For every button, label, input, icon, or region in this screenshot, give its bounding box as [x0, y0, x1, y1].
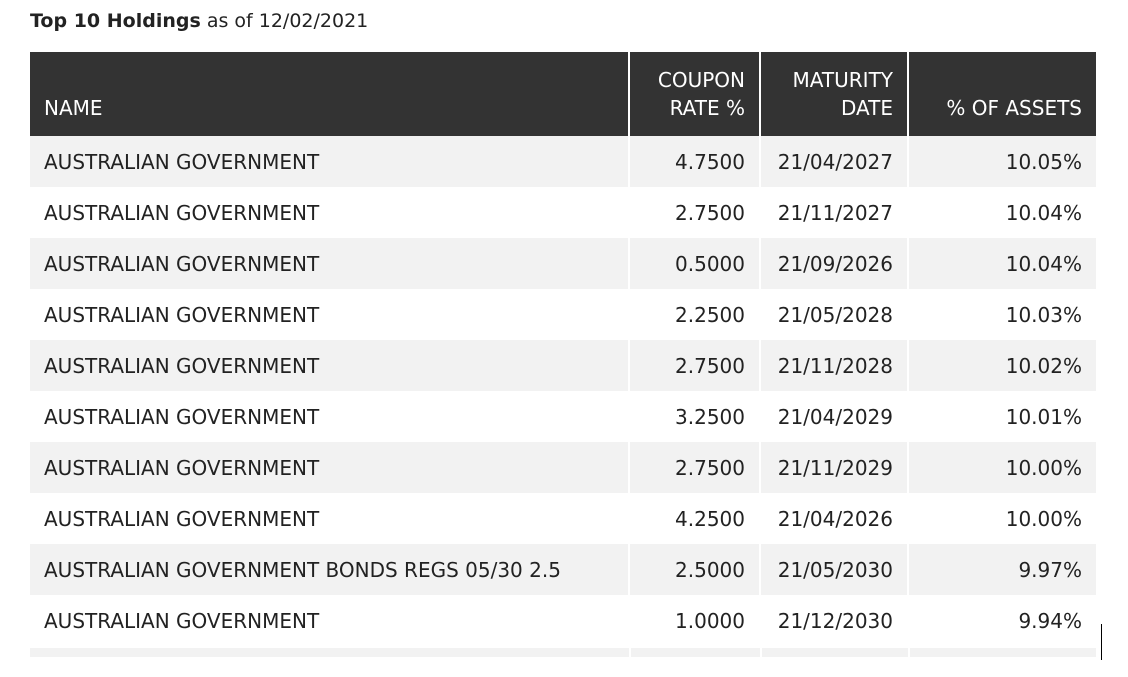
maturity-date: 21/05/2030 — [759, 544, 908, 595]
holding-name: AUSTRALIAN GOVERNMENT — [30, 391, 629, 442]
maturity-date: 21/12/2030 — [759, 595, 908, 646]
holding-name: AUSTRALIAN GOVERNMENT — [30, 187, 629, 238]
holdings-table: NAME COUPON RATE % MATURITY DATE % OF ASSE… — [30, 52, 1096, 646]
coupon-rate: 4.7500 — [628, 136, 760, 187]
table-row: AUSTRALIAN GOVERNMENT BONDS REGS 05/30 2… — [30, 544, 1096, 595]
coupon-rate: 4.2500 — [628, 493, 760, 544]
maturity-date: 21/09/2026 — [759, 238, 908, 289]
percent-of-assets: 10.05% — [907, 136, 1096, 187]
column-header-coupon-line1: COUPON — [657, 68, 745, 92]
table-bottom-edge-cell — [30, 648, 629, 657]
maturity-date: 21/04/2026 — [759, 493, 908, 544]
holding-name: AUSTRALIAN GOVERNMENT — [30, 595, 629, 646]
column-header-maturity-line1: MATURITY — [792, 68, 893, 92]
holdings-title: Top 10 Holdings as of 12/02/2021 — [30, 6, 368, 36]
coupon-rate: 0.5000 — [628, 238, 760, 289]
holdings-title-label: Top 10 Holdings — [30, 10, 201, 32]
column-header-coupon-line2: RATE % — [669, 96, 745, 120]
percent-of-assets: 10.01% — [907, 391, 1096, 442]
table-row: AUSTRALIAN GOVERNMENT 2.7500 21/11/2028 … — [30, 340, 1096, 391]
holdings-as-of-date: as of 12/02/2021 — [200, 10, 369, 32]
percent-of-assets: 10.03% — [907, 289, 1096, 340]
maturity-date: 21/11/2029 — [759, 442, 908, 493]
percent-of-assets: 10.00% — [907, 442, 1096, 493]
holding-name: AUSTRALIAN GOVERNMENT — [30, 289, 629, 340]
table-row: AUSTRALIAN GOVERNMENT 4.7500 21/04/2027 … — [30, 136, 1096, 187]
table-bottom-edge-cell — [629, 648, 760, 657]
holdings-table-header: NAME COUPON RATE % MATURITY DATE % OF ASSE… — [30, 52, 1096, 136]
percent-of-assets: 10.02% — [907, 340, 1096, 391]
coupon-rate: 2.5000 — [628, 544, 760, 595]
table-row: AUSTRALIAN GOVERNMENT 1.0000 21/12/2030 … — [30, 595, 1096, 646]
holding-name: AUSTRALIAN GOVERNMENT — [30, 136, 629, 187]
column-header-name[interactable]: NAME — [30, 52, 629, 136]
holding-name: AUSTRALIAN GOVERNMENT BONDS REGS 05/30 2… — [30, 544, 629, 595]
coupon-rate: 2.2500 — [628, 289, 760, 340]
column-header-name-label: NAME — [44, 96, 103, 120]
coupon-rate: 2.7500 — [628, 187, 760, 238]
table-bottom-edge — [30, 648, 1096, 657]
maturity-date: 21/04/2029 — [759, 391, 908, 442]
coupon-rate: 1.0000 — [628, 595, 760, 646]
coupon-rate: 2.7500 — [628, 340, 760, 391]
column-header-assets-label: % OF ASSETS — [946, 96, 1082, 120]
percent-of-assets: 10.04% — [907, 187, 1096, 238]
holding-name: AUSTRALIAN GOVERNMENT — [30, 238, 629, 289]
column-header-coupon-rate[interactable]: COUPON RATE % — [628, 52, 760, 136]
table-row: AUSTRALIAN GOVERNMENT 0.5000 21/09/2026 … — [30, 238, 1096, 289]
maturity-date: 21/04/2027 — [759, 136, 908, 187]
table-row: AUSTRALIAN GOVERNMENT 2.2500 21/05/2028 … — [30, 289, 1096, 340]
holding-name: AUSTRALIAN GOVERNMENT — [30, 493, 629, 544]
percent-of-assets: 10.00% — [907, 493, 1096, 544]
maturity-date: 21/11/2027 — [759, 187, 908, 238]
table-row: AUSTRALIAN GOVERNMENT 2.7500 21/11/2029 … — [30, 442, 1096, 493]
table-row: AUSTRALIAN GOVERNMENT 4.2500 21/04/2026 … — [30, 493, 1096, 544]
maturity-date: 21/11/2028 — [759, 340, 908, 391]
holding-name: AUSTRALIAN GOVERNMENT — [30, 442, 629, 493]
percent-of-assets: 9.97% — [907, 544, 1096, 595]
holdings-table-body: AUSTRALIAN GOVERNMENT 4.7500 21/04/2027 … — [30, 136, 1096, 646]
table-row: AUSTRALIAN GOVERNMENT 2.7500 21/11/2027 … — [30, 187, 1096, 238]
coupon-rate: 3.2500 — [628, 391, 760, 442]
table-bottom-edge-cell — [908, 648, 1096, 657]
column-header-maturity-line2: DATE — [840, 96, 893, 120]
maturity-date: 21/05/2028 — [759, 289, 908, 340]
header-row: NAME COUPON RATE % MATURITY DATE % OF ASSE… — [30, 52, 1096, 136]
text-cursor — [1101, 624, 1102, 660]
column-header-maturity-date[interactable]: MATURITY DATE — [759, 52, 908, 136]
table-row: AUSTRALIAN GOVERNMENT 3.2500 21/04/2029 … — [30, 391, 1096, 442]
percent-of-assets: 10.04% — [907, 238, 1096, 289]
percent-of-assets: 9.94% — [907, 595, 1096, 646]
column-header-percent-of-assets[interactable]: % OF ASSETS — [907, 52, 1096, 136]
holding-name: AUSTRALIAN GOVERNMENT — [30, 340, 629, 391]
coupon-rate: 2.7500 — [628, 442, 760, 493]
table-bottom-edge-cell — [760, 648, 908, 657]
